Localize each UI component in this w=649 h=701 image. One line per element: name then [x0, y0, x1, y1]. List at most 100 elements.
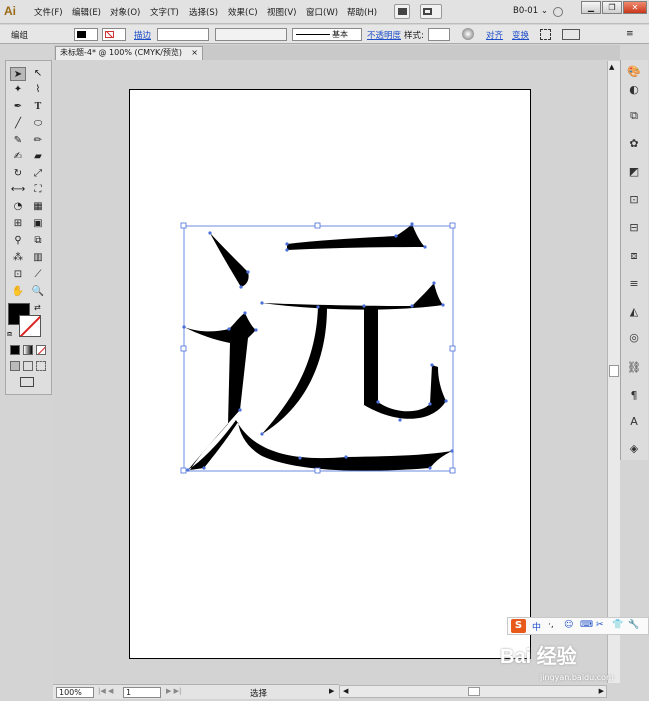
menu-window[interactable]: 窗口(W)	[306, 6, 338, 18]
eyedropper-tool-icon[interactable]: ⚲	[10, 234, 26, 248]
sogou-logo[interactable]: S	[511, 619, 526, 633]
links-panel-icon[interactable]: ⛓	[624, 360, 644, 376]
keyboard-icon[interactable]: ⌨	[580, 620, 593, 630]
shape-builder-tool-icon[interactable]: ◔	[10, 200, 26, 214]
pen-tool-icon[interactable]: ✒	[10, 100, 26, 114]
zoom-field[interactable]: 100%	[56, 687, 94, 698]
direct-selection-tool-icon[interactable]: ↖	[30, 67, 46, 81]
symbol-sprayer-tool-icon[interactable]: ⁂	[10, 251, 26, 265]
ime-punctuation[interactable]: ·,	[548, 620, 554, 630]
artboard-nav-last-icon[interactable]: ▶ ▶|	[166, 687, 181, 695]
column-graph-tool-icon[interactable]: ▥	[30, 251, 46, 265]
menu-effect[interactable]: 效果(C)	[228, 6, 258, 18]
scroll-up-icon[interactable]: ▲	[609, 63, 614, 71]
free-transform-tool-icon[interactable]: ⛶	[30, 183, 46, 197]
draw-behind-icon[interactable]	[23, 361, 33, 371]
zoom-tool-icon[interactable]: 🔍	[30, 285, 46, 299]
artboard[interactable]	[129, 89, 531, 659]
isolation-mode-icon[interactable]	[562, 29, 580, 40]
bridge-button[interactable]	[394, 4, 410, 19]
close-button[interactable]: ✕	[623, 1, 647, 14]
minimize-button[interactable]: ▁	[581, 1, 601, 14]
magic-wand-tool-icon[interactable]: ✦	[10, 83, 26, 97]
workspace-switcher[interactable]: B0-01 ⌄	[513, 6, 548, 16]
brush-definition[interactable]: 基本	[292, 28, 362, 41]
menu-type[interactable]: 文字(T)	[150, 6, 179, 18]
stroke-link[interactable]: 描边	[134, 29, 151, 41]
menu-help[interactable]: 帮助(H)	[347, 6, 377, 18]
draw-normal-icon[interactable]	[10, 361, 20, 371]
hand-tool-icon[interactable]: ✋	[10, 285, 26, 299]
arrange-documents-button[interactable]	[420, 4, 442, 19]
selection-tool-icon[interactable]: ➤	[10, 67, 26, 81]
color-mode-icon[interactable]	[10, 345, 20, 355]
fill-swatch[interactable]	[74, 28, 98, 41]
tools-icon[interactable]: 🔧	[628, 620, 639, 630]
menu-view[interactable]: 视图(V)	[267, 6, 296, 18]
status-menu-icon[interactable]: ▶	[329, 687, 334, 695]
swatches-panel-icon[interactable]: ⧉	[624, 108, 644, 124]
variable-width-profile[interactable]	[215, 28, 287, 41]
scroll-left-icon[interactable]: ◀	[343, 687, 348, 695]
scroll-right-icon[interactable]: ▶	[599, 687, 604, 695]
gradient-panel-icon[interactable]: ◭	[624, 304, 644, 320]
document-tab[interactable]: 未标题-4* @ 100% (CMYK/预览) ×	[55, 46, 203, 60]
artboard-tool-icon[interactable]: ⊡	[10, 268, 26, 282]
stroke-swatch[interactable]	[102, 28, 126, 41]
pathfinder-panel-icon[interactable]: ⧈	[624, 248, 644, 264]
horizontal-scrollbar[interactable]: ◀ ▶	[339, 685, 607, 698]
vertical-scroll-thumb[interactable]	[609, 365, 619, 377]
layers-panel-icon[interactable]: ◈	[624, 441, 644, 457]
mesh-tool-icon[interactable]: ⊞	[10, 217, 26, 231]
current-tool-status[interactable]: 选择	[250, 687, 267, 699]
draw-inside-icon[interactable]	[36, 361, 46, 371]
graphic-styles-icon[interactable]: ◩	[624, 164, 644, 180]
isolate-group-icon[interactable]	[540, 29, 551, 40]
transparency-panel-icon[interactable]: ◎	[624, 330, 644, 346]
panel-menu-icon[interactable]: ≡	[626, 29, 634, 39]
perspective-grid-tool-icon[interactable]: ▦	[30, 200, 46, 214]
swap-colors-icon[interactable]: ⇄	[34, 303, 41, 312]
skin-icon[interactable]: 👕	[612, 620, 623, 630]
restore-button[interactable]: ❐	[602, 1, 622, 14]
type-tool-icon[interactable]: T	[30, 100, 46, 114]
slice-tool-icon[interactable]: ⟋	[30, 268, 46, 282]
emoji-icon[interactable]: ☺	[564, 620, 573, 630]
rotate-tool-icon[interactable]: ↻	[10, 167, 26, 181]
recolor-artwork-icon[interactable]	[462, 28, 474, 40]
menu-edit[interactable]: 编辑(E)	[72, 6, 101, 18]
symbols-panel-icon[interactable]: ✿	[624, 136, 644, 152]
color-guide-icon[interactable]: ◐	[624, 82, 644, 98]
scissors-icon[interactable]: ✂	[596, 620, 604, 630]
ime-mode[interactable]: 中	[532, 620, 541, 633]
none-mode-icon[interactable]	[36, 345, 46, 355]
color-panel-icon[interactable]: 🎨	[624, 64, 644, 80]
pencil-tool-icon[interactable]: ✏	[30, 134, 46, 148]
ellipse-tool-icon[interactable]: ⬭	[30, 117, 46, 131]
artboard-number-field[interactable]: 1	[123, 687, 161, 698]
align-link[interactable]: 对齐	[486, 29, 503, 41]
artboard-nav-first-icon[interactable]: |◀ ◀	[98, 687, 113, 695]
gradient-tool-icon[interactable]: ▣	[30, 217, 46, 231]
paragraph-panel-icon[interactable]: ¶	[624, 388, 644, 404]
menu-select[interactable]: 选择(S)	[189, 6, 218, 18]
align-panel-icon[interactable]: ⊟	[624, 220, 644, 236]
menu-file[interactable]: 文件(F)	[34, 6, 63, 18]
width-tool-icon[interactable]: ⟷	[10, 183, 26, 197]
line-segment-tool-icon[interactable]: ╱	[10, 117, 26, 131]
vertical-scrollbar[interactable]: ▲	[607, 61, 620, 683]
close-tab-icon[interactable]: ×	[191, 47, 198, 59]
transform-panel-icon[interactable]: ⊡	[624, 192, 644, 208]
menu-object[interactable]: 对象(O)	[110, 6, 140, 18]
transform-link[interactable]: 变换	[512, 29, 529, 41]
stroke-weight-field[interactable]	[157, 28, 209, 41]
character-panel-icon[interactable]: A	[624, 414, 644, 430]
opacity-link[interactable]: 不透明度	[367, 29, 401, 41]
stroke-color-box[interactable]	[19, 315, 41, 337]
search-icon[interactable]	[553, 7, 563, 17]
scale-tool-icon[interactable]: ⤢	[30, 167, 46, 181]
ime-toolbar[interactable]: S 中 ·, ☺ ⌨ ✂ 👕 🔧	[507, 617, 649, 635]
default-colors-icon[interactable]: ⧈	[7, 329, 12, 339]
screen-mode-icon[interactable]	[20, 377, 34, 387]
graphic-style-picker[interactable]	[428, 28, 450, 41]
